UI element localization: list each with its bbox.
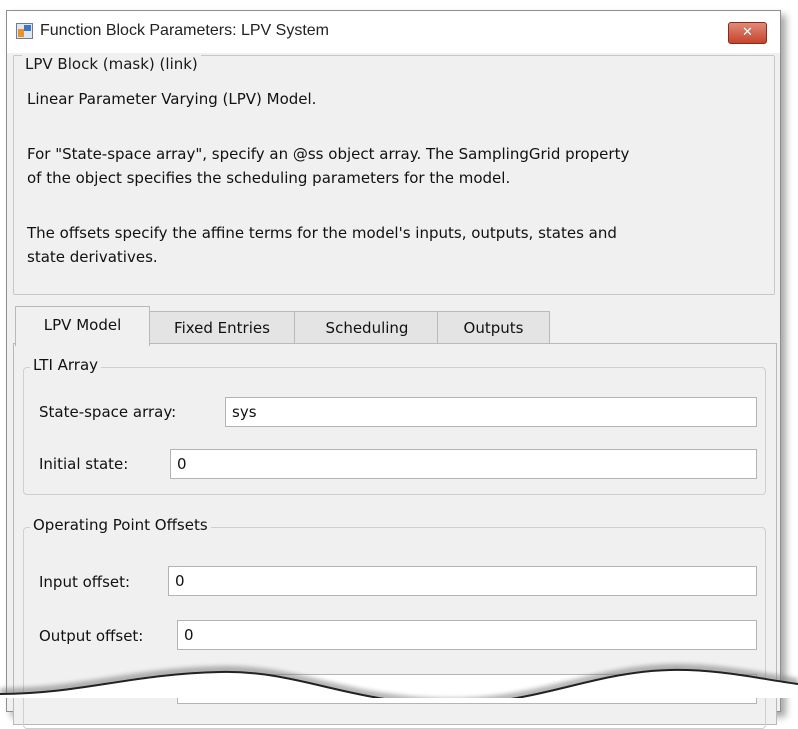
state-space-array-input[interactable]	[225, 397, 757, 427]
lti-array-group: LTI Array State-space array: Initial sta…	[23, 356, 766, 495]
close-icon: ✕	[742, 25, 753, 40]
close-button[interactable]: ✕	[728, 22, 767, 44]
window-title: Function Block Parameters: LPV System	[40, 22, 329, 39]
tab-scheduling[interactable]: Scheduling	[294, 311, 440, 344]
description-line: For "State-space array", specify an @ss …	[27, 145, 630, 163]
operating-point-offsets-legend: Operating Point Offsets	[30, 516, 211, 534]
title-bar[interactable]: Function Block Parameters: LPV System ✕	[7, 11, 780, 53]
state-space-array-label: State-space array:	[39, 403, 177, 421]
output-offset-label: Output offset:	[39, 627, 144, 645]
description-line: state derivatives.	[27, 248, 158, 266]
input-offset-label: Input offset:	[39, 573, 131, 591]
tab-content-panel: LTI Array State-space array: Initial sta…	[13, 343, 777, 729]
description-line: Linear Parameter Varying (LPV) Model.	[27, 90, 317, 108]
description-line: The offsets specify the affine terms for…	[27, 224, 617, 242]
operating-point-offsets-group: Operating Point Offsets Input offset: Ou…	[23, 516, 766, 729]
description-panel: LPV Block (mask) (link) Linear Parameter…	[13, 55, 775, 295]
tab-fixed-entries[interactable]: Fixed Entries	[147, 311, 297, 344]
next-field-input[interactable]	[177, 674, 757, 704]
output-offset-input[interactable]	[177, 620, 757, 650]
initial-state-label: Initial state:	[39, 455, 129, 473]
tab-lpv-model[interactable]: LPV Model	[15, 306, 150, 346]
input-offset-input[interactable]	[168, 566, 757, 596]
simulink-block-icon	[16, 23, 33, 39]
mask-legend: LPV Block (mask) (link)	[22, 55, 201, 73]
initial-state-input[interactable]	[170, 449, 757, 479]
lti-array-legend: LTI Array	[30, 356, 102, 374]
dialog-window: Function Block Parameters: LPV System ✕ …	[6, 10, 781, 729]
tab-outputs[interactable]: Outputs	[437, 311, 550, 344]
description-line: of the object specifies the scheduling p…	[27, 169, 511, 187]
